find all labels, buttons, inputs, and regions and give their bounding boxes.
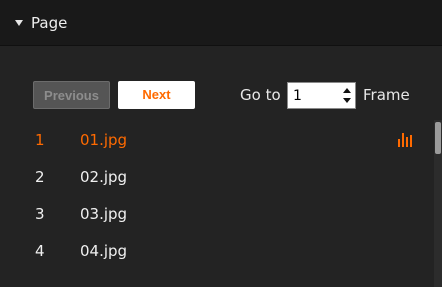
frame-row[interactable]: 4 04.jpg (0, 233, 430, 270)
frame-filename: 02.jpg (80, 168, 128, 186)
panel-header[interactable]: Page (0, 0, 442, 46)
next-button[interactable]: Next (118, 81, 195, 109)
goto-label: Go to (240, 86, 281, 104)
frame-row[interactable]: 1 01.jpg (0, 122, 430, 159)
frame-index: 3 (35, 205, 45, 223)
navigation-controls: Previous Next Go to Frame (0, 78, 442, 114)
goto-frame-input[interactable] (288, 83, 336, 108)
scrollbar-thumb[interactable] (435, 122, 441, 154)
frame-label: Frame (363, 86, 410, 104)
frame-index: 4 (35, 242, 45, 260)
frame-filename: 03.jpg (80, 205, 128, 223)
frame-list-scrollbar[interactable] (434, 120, 442, 287)
frame-row[interactable]: 3 03.jpg (0, 196, 430, 233)
page-panel: Page Previous Next Go to Frame 1 01.jpg (0, 0, 442, 287)
bar-chart-icon[interactable] (398, 133, 412, 147)
frame-filename: 04.jpg (80, 242, 128, 260)
spin-down-icon[interactable] (343, 98, 351, 103)
frame-index: 1 (35, 131, 45, 149)
spin-arrows[interactable] (343, 88, 351, 103)
frame-filename: 01.jpg (80, 131, 128, 149)
frame-list: 1 01.jpg 2 02.jpg 3 03.jpg 4 04.jpg (0, 122, 430, 270)
frame-row[interactable]: 2 02.jpg (0, 159, 430, 196)
goto-frame-spinbox[interactable] (287, 82, 356, 109)
frame-index: 2 (35, 168, 45, 186)
previous-button[interactable]: Previous (33, 81, 110, 109)
collapse-triangle-icon[interactable] (15, 19, 23, 26)
spin-up-icon[interactable] (343, 88, 351, 93)
panel-title: Page (31, 13, 68, 32)
